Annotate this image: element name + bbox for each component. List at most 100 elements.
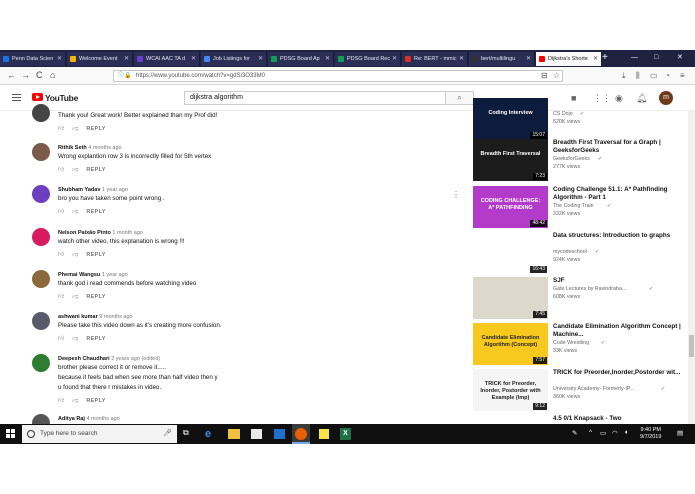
store-icon[interactable] xyxy=(251,429,262,439)
commenter-avatar[interactable] xyxy=(32,354,50,372)
close-tab-icon[interactable]: ✕ xyxy=(124,52,129,66)
comment-author[interactable]: Deepesh Chaudhari xyxy=(58,356,110,362)
bookmark-star-icon[interactable]: ☆ xyxy=(553,70,560,81)
pen-workspace-icon[interactable]: ✎ xyxy=(572,429,577,437)
video-channel[interactable]: CS Dojo xyxy=(553,111,573,117)
commenter-avatar[interactable] xyxy=(32,104,50,122)
video-channel[interactable]: The Coding Train xyxy=(553,203,594,209)
browser-tab[interactable]: Re: BERT - mmic ✕ xyxy=(402,52,468,66)
video-channel[interactable]: Gate Lectures by Ravindraba... xyxy=(553,286,626,292)
browser-tab[interactable]: Job Listings for ✕ xyxy=(201,52,267,66)
back-button[interactable]: ← xyxy=(7,70,16,81)
mail-icon[interactable] xyxy=(274,429,285,439)
comment-author[interactable]: Nelson Paixão Pinto xyxy=(58,230,111,236)
firefox-taskbar-button[interactable] xyxy=(292,424,310,444)
thumbs-up-icon[interactable]: 👍︎ xyxy=(58,207,64,215)
video-title[interactable]: Data structures: Introduction to graphs xyxy=(553,232,688,240)
video-thumbnail[interactable]: Breadth First Traversal 7:23 xyxy=(473,139,548,181)
thumbs-up-icon[interactable]: 👍︎ xyxy=(58,396,64,404)
browser-tab[interactable]: Dijkstra's Shorte ✕ xyxy=(536,52,602,66)
youtube-logo-text[interactable]: YouTube xyxy=(45,93,78,103)
video-thumbnail[interactable]: 16:43 xyxy=(473,232,548,274)
reply-button[interactable]: REPLY xyxy=(86,336,105,342)
new-tab-button[interactable]: + xyxy=(602,52,608,64)
thumbs-down-icon[interactable]: 👎︎ xyxy=(72,165,78,173)
sticky-notes-icon[interactable] xyxy=(319,429,329,439)
video-thumbnail[interactable]: CODING CHALLENGE: A* PATHFINDING 48:42 xyxy=(473,186,548,228)
related-video-card[interactable]: CODING CHALLENGE: A* PATHFINDING 48:42 Cod… xyxy=(473,186,688,228)
maximize-button[interactable]: □ xyxy=(654,52,658,64)
browser-tab[interactable]: Penn Data Scien ✕ xyxy=(0,52,66,66)
video-title[interactable]: TRICK for Preorder,Inorder,Postorder wit… xyxy=(553,369,688,377)
close-tab-icon[interactable]: ✕ xyxy=(392,52,397,66)
close-tab-icon[interactable]: ✕ xyxy=(526,52,531,66)
windows-start-icon[interactable] xyxy=(6,429,16,439)
video-title[interactable]: 4.5 0/1 Knapsack - Two xyxy=(553,415,688,423)
comment-author[interactable]: Phemai Wangsu xyxy=(58,272,100,278)
comment-author[interactable]: Rithik Seth xyxy=(58,145,87,151)
browser-tab[interactable]: PDSG Board Ap ✕ xyxy=(268,52,334,66)
thumbs-down-icon[interactable]: 👎︎ xyxy=(72,396,78,404)
close-window-button[interactable]: ✕ xyxy=(677,52,683,64)
video-channel[interactable]: University Academy- Formerly-IP... xyxy=(553,386,634,392)
thumbs-down-icon[interactable]: 👎︎ xyxy=(72,124,78,132)
related-video-card[interactable]: Coding Interview 15:07 CS Dojo ✔ 520K views xyxy=(473,98,688,140)
thumbs-down-icon[interactable]: 👎︎ xyxy=(72,334,78,342)
comment-timestamp[interactable]: 2 years ago (edited) xyxy=(111,356,160,362)
action-center-icon[interactable]: ▤ xyxy=(677,429,683,437)
thumbs-up-icon[interactable]: 👍︎ xyxy=(58,292,64,300)
downloads-icon[interactable]: ⤓ xyxy=(622,70,626,81)
video-channel[interactable]: Code Wrestling xyxy=(553,340,589,346)
browser-tab[interactable]: Welcome Event ✕ xyxy=(67,52,133,66)
thumbs-down-icon[interactable]: 👎︎ xyxy=(72,292,78,300)
related-video-card[interactable]: 16:43 Data structures: Introduction to gr… xyxy=(473,232,688,274)
video-title[interactable]: SJF xyxy=(553,277,688,285)
thumbs-up-icon[interactable]: 👍︎ xyxy=(58,124,64,132)
wifi-icon[interactable]: ◠ xyxy=(612,429,618,437)
microphone-icon[interactable]: 🎤︎ xyxy=(163,425,172,443)
commenter-avatar[interactable] xyxy=(32,185,50,203)
browser-tab[interactable]: bert/multilingu ✕ xyxy=(469,52,535,66)
taskbar-search-input[interactable]: Type here to search 🎤︎ xyxy=(22,425,177,443)
commenter-avatar[interactable] xyxy=(32,312,50,330)
close-tab-icon[interactable]: ✕ xyxy=(459,52,464,66)
video-channel[interactable]: mycodeschool xyxy=(553,249,587,255)
thumbs-down-icon[interactable]: 👎︎ xyxy=(72,207,78,215)
reader-icon[interactable]: ⊟ xyxy=(541,70,548,81)
related-video-card[interactable]: 7:45 SJF Gate Lectures by Ravindraba... ✔ 60… xyxy=(473,277,688,319)
video-title[interactable]: Coding Challenge 51.1: A* Pathfinding Al… xyxy=(553,186,688,202)
system-clock[interactable]: 9:40 PM 9/7/2019 xyxy=(640,427,661,441)
task-view-icon[interactable]: ⧉ xyxy=(183,428,189,438)
reply-button[interactable]: REPLY xyxy=(86,209,105,215)
youtube-logo-icon[interactable] xyxy=(32,93,43,101)
close-tab-icon[interactable]: ✕ xyxy=(258,52,263,66)
url-bar[interactable]: ⓘ🔒 https://www.youtube.com/watch?v=gdSi3… xyxy=(113,70,563,82)
page-scrollbar[interactable] xyxy=(688,111,695,424)
scrollbar-thumb[interactable] xyxy=(689,335,694,357)
comment-timestamp[interactable]: 1 year ago xyxy=(102,187,128,193)
minimize-button[interactable]: — xyxy=(631,52,638,64)
thumbs-up-icon[interactable]: 👍︎ xyxy=(58,165,64,173)
browser-tab[interactable]: WCAI AAC TA d ✕ xyxy=(134,52,200,66)
show-hidden-icons-icon[interactable]: ^ xyxy=(589,429,592,436)
account-icon[interactable]: ◔ xyxy=(665,70,670,81)
commenter-avatar[interactable] xyxy=(32,270,50,288)
video-channel[interactable]: GeeksforGeeks xyxy=(553,156,590,162)
commenter-avatar[interactable] xyxy=(32,228,50,246)
related-video-card[interactable]: Breadth First Traversal 7:23 Breadth First… xyxy=(473,139,688,181)
video-thumbnail[interactable]: Candidate Elimination Algorithm (Concept… xyxy=(473,323,548,365)
menu-icon[interactable]: ≡ xyxy=(680,70,685,81)
search-input[interactable]: dijkstra algorithm xyxy=(184,91,446,105)
close-tab-icon[interactable]: ✕ xyxy=(191,52,196,66)
video-thumbnail[interactable]: TRICK for Preorder, Inorder, Postorder w… xyxy=(473,369,548,411)
comment-author[interactable]: Aditya Raj xyxy=(58,416,85,422)
forward-button[interactable]: → xyxy=(21,70,30,81)
related-video-card[interactable]: Candidate Elimination Algorithm (Concept… xyxy=(473,323,688,365)
commenter-avatar[interactable] xyxy=(32,143,50,161)
volume-icon[interactable]: 🔈︎ xyxy=(625,429,629,437)
file-explorer-icon[interactable] xyxy=(228,429,240,439)
reply-button[interactable]: REPLY xyxy=(86,126,105,132)
thumbs-up-icon[interactable]: 👍︎ xyxy=(58,250,64,258)
comment-author[interactable]: ashwani kumar xyxy=(58,314,98,320)
comment-options-icon[interactable]: ⋮ xyxy=(452,190,460,199)
